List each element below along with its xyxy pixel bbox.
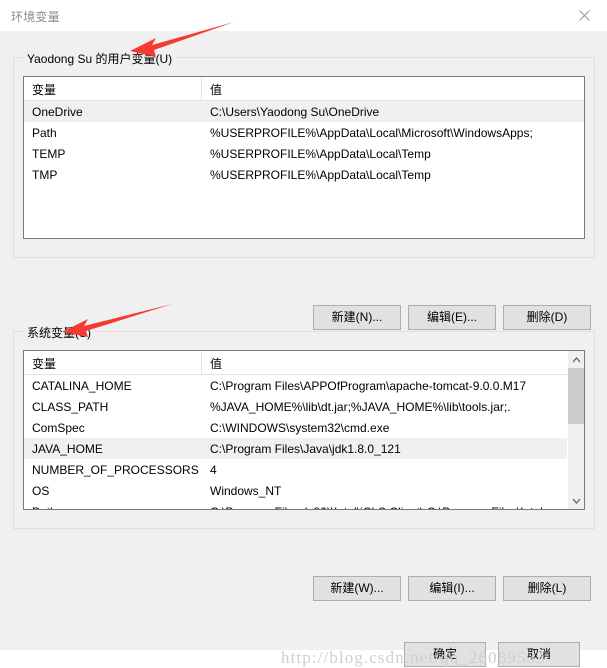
column-header-value[interactable]: 值: [202, 351, 584, 374]
cell-value: C:\Program Files (x86)\Intel\iCLS Client…: [202, 505, 584, 510]
cell-value: %USERPROFILE%\AppData\Local\Temp: [210, 167, 431, 182]
cell-value: %USERPROFILE%\AppData\Local\Temp: [210, 146, 431, 161]
chevron-down-glyph: [572, 498, 581, 504]
chevron-up-glyph: [572, 356, 581, 362]
table-row[interactable]: OS Windows_NT: [24, 480, 584, 501]
close-glyph: [578, 9, 590, 21]
table-row[interactable]: OneDrive C:\Users\Yaodong Su\OneDrive: [24, 101, 584, 122]
chevron-down-icon[interactable]: [568, 492, 584, 509]
table-row[interactable]: ComSpec C:\WINDOWS\system32\cmd.exe: [24, 417, 584, 438]
cell-value: C:\Program Files\APPOfProgram\apache-tom…: [210, 378, 527, 393]
user-edit-button[interactable]: 编辑(E)...: [408, 305, 496, 330]
user-variables-group: Yaodong Su 的用户变量(U) 变量 值 OneDrive C:\Use…: [13, 50, 595, 258]
cell-variable: ComSpec: [32, 420, 85, 435]
cell-variable: TEMP: [32, 146, 66, 161]
cell-variable: Path: [32, 125, 57, 140]
cell-value: C:\Users\Yaodong Su\OneDrive: [210, 104, 380, 119]
user-delete-button[interactable]: 删除(D): [503, 305, 591, 330]
cell-variable: OneDrive: [32, 104, 83, 119]
cell-value: 4: [210, 462, 217, 477]
cell-value: %USERPROFILE%\AppData\Local\Microsoft\Wi…: [210, 125, 533, 140]
cell-value: C:\WINDOWS\system32\cmd.exe: [210, 420, 390, 435]
cell-variable: CATALINA_HOME: [32, 378, 132, 393]
cell-variable: CLASS_PATH: [32, 399, 109, 414]
system-list-scrollbar[interactable]: [567, 351, 584, 509]
table-row[interactable]: TMP %USERPROFILE%\AppData\Local\Temp: [24, 164, 584, 185]
user-variables-list[interactable]: 变量 值 OneDrive C:\Users\Yaodong Su\OneDri…: [23, 76, 585, 239]
dialog-body: Yaodong Su 的用户变量(U) 变量 值 OneDrive C:\Use…: [0, 31, 607, 667]
cell-variable: TMP: [32, 167, 58, 182]
table-row[interactable]: CLASS_PATH %JAVA_HOME%\lib\dt.jar;%JAVA_…: [24, 396, 584, 417]
table-row[interactable]: CATALINA_HOME C:\Program Files\APPOfProg…: [24, 375, 584, 396]
system-delete-button[interactable]: 删除(L): [503, 576, 591, 601]
table-row[interactable]: TEMP %USERPROFILE%\AppData\Local\Temp: [24, 143, 584, 164]
window-title: 环境变量: [11, 10, 60, 24]
cell-value: C:\Program Files\Java\jdk1.8.0_121: [210, 441, 401, 456]
cell-value: Windows_NT: [210, 483, 282, 498]
user-list-rows: OneDrive C:\Users\Yaodong Su\OneDrive Pa…: [24, 101, 584, 185]
cell-variable: OS: [32, 483, 50, 498]
table-row[interactable]: JAVA_HOME C:\Program Files\Java\jdk1.8.0…: [24, 438, 584, 459]
cell-variable: Path: [24, 505, 202, 510]
system-new-button[interactable]: 新建(W)...: [313, 576, 401, 601]
scrollbar-thumb[interactable]: [568, 368, 584, 424]
column-header-variable[interactable]: 变量: [24, 77, 202, 100]
user-new-button[interactable]: 新建(N)...: [313, 305, 401, 330]
user-list-header: 变量 值: [24, 77, 584, 101]
system-variables-legend: 系统变量(S): [23, 324, 95, 341]
column-header-variable[interactable]: 变量: [24, 351, 202, 374]
system-variables-list[interactable]: 变量 值 CATALINA_HOME C:\Program Files\APPO…: [23, 350, 585, 510]
close-icon[interactable]: [561, 0, 607, 30]
ok-button[interactable]: 确定: [404, 642, 486, 667]
table-row[interactable]: Path %USERPROFILE%\AppData\Local\Microso…: [24, 122, 584, 143]
system-variables-group: 系统变量(S) 变量 值 CATALINA_HOME C:\Program Fi…: [13, 324, 595, 529]
cancel-button[interactable]: 取消: [498, 642, 580, 667]
table-row[interactable]: NUMBER_OF_PROCESSORS 4: [24, 459, 584, 480]
system-edit-button[interactable]: 编辑(I)...: [408, 576, 496, 601]
column-header-value[interactable]: 值: [202, 77, 584, 100]
table-row[interactable]: Path C:\Program Files (x86)\Intel\iCLS C…: [24, 501, 584, 510]
system-list-header: 变量 值: [24, 351, 584, 375]
cell-value: %JAVA_HOME%\lib\dt.jar;%JAVA_HOME%\lib\t…: [210, 399, 511, 414]
cell-variable: NUMBER_OF_PROCESSORS: [32, 462, 199, 477]
system-list-rows: CATALINA_HOME C:\Program Files\APPOfProg…: [24, 375, 584, 510]
chevron-up-icon[interactable]: [568, 351, 584, 368]
cell-variable: JAVA_HOME: [32, 441, 103, 456]
title-bar: 环境变量: [0, 0, 607, 32]
user-variables-legend: Yaodong Su 的用户变量(U): [23, 50, 177, 67]
